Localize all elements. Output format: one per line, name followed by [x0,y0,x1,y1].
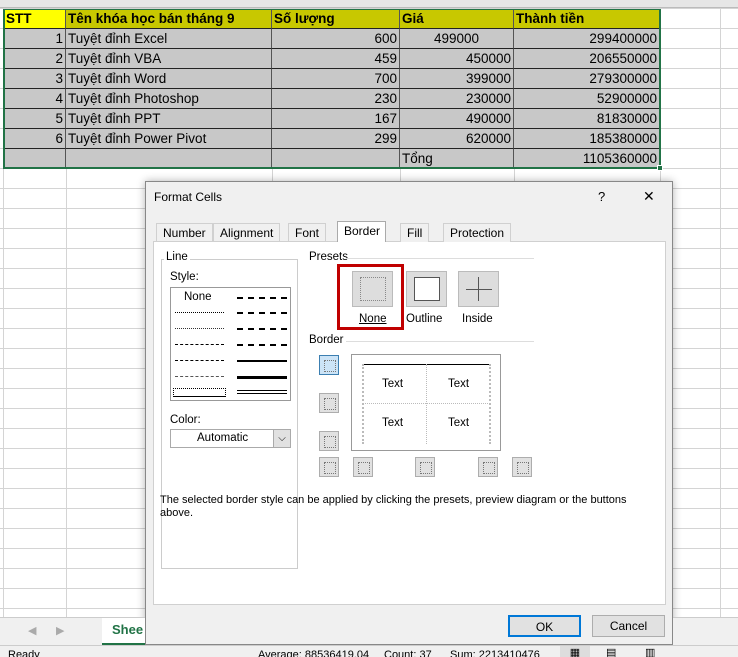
preset-inside-button[interactable] [458,271,499,307]
presets-label: Presets [309,251,348,263]
style-label: Style: [170,271,199,283]
border-bottom-button[interactable] [319,431,339,451]
border-label: Border [309,334,344,346]
line-group-label: Line [164,251,190,263]
cancel-button[interactable]: Cancel [592,615,665,637]
preset-outline-label: Outline [406,313,443,325]
tab-protection[interactable]: Protection [443,223,512,242]
format-cells-dialog: Format Cells ? ✕ Number Alignment Font B… [145,181,673,645]
border-diagonal-up-button[interactable] [319,457,339,477]
scroll-right-icon[interactable]: ▶ [56,624,64,637]
status-sum: Sum: 2213410476 [450,649,540,657]
border-left-button[interactable] [353,457,373,477]
ok-button[interactable]: OK [508,615,581,637]
status-bar: Ready Average: 88536419.04 Count: 37 Sum… [0,645,738,657]
color-label: Color: [170,414,201,426]
color-dropdown[interactable]: Automatic ⌵ [170,429,291,448]
tab-alignment[interactable]: Alignment [213,223,281,242]
line-style-list[interactable]: None [170,287,291,401]
preview-text: Text [448,417,470,429]
scroll-left-icon[interactable]: ◀ [28,624,36,637]
style-none[interactable]: None [184,291,212,303]
border-middle-vertical-button[interactable] [415,457,435,477]
tab-fill[interactable]: Fill [400,223,430,242]
tab-font[interactable]: Font [288,223,327,242]
page-layout-icon[interactable]: ▤ [606,646,616,657]
preset-none-label: None [359,313,387,325]
border-preview[interactable]: Text Text Text Text [351,354,501,451]
page-break-icon[interactable]: ▥ [645,646,655,657]
color-value: Automatic [197,432,249,444]
hint-text: The selected border style can be applied… [160,494,627,519]
tab-border[interactable]: Border [337,221,386,242]
sheet-tab[interactable]: Shee [102,618,145,645]
preview-text: Text [382,378,404,390]
border-top-button[interactable] [319,355,339,375]
border-diagonal-down-button[interactable] [512,457,532,477]
border-middle-horizontal-button[interactable] [319,393,339,413]
normal-view-icon[interactable]: ▦ [560,646,590,657]
preview-text: Text [382,417,404,429]
preset-inside-label: Inside [462,313,493,325]
border-right-button[interactable] [478,457,498,477]
preview-text: Text [448,378,470,390]
close-button[interactable]: ✕ [643,188,655,205]
preset-none-button[interactable] [352,271,393,307]
chevron-down-icon[interactable]: ⌵ [273,430,290,447]
tab-number[interactable]: Number [156,223,213,242]
dialog-title: Format Cells [154,190,223,204]
preset-outline-button[interactable] [406,271,447,307]
status-ready: Ready [8,649,40,657]
status-average: Average: 88536419.04 [258,649,370,657]
status-count: Count: 37 [384,649,432,657]
help-button[interactable]: ? [598,189,605,204]
